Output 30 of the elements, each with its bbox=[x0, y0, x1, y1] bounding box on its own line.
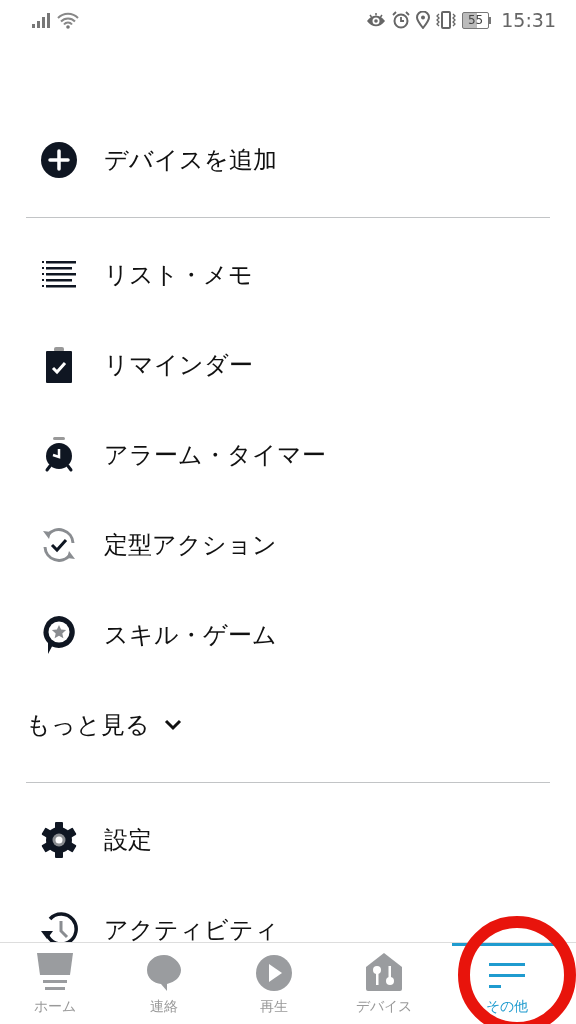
menu-item[interactable]: デバイスを追加 bbox=[0, 115, 576, 205]
add-icon bbox=[41, 142, 77, 178]
menu-item[interactable]: 定型アクション bbox=[0, 500, 576, 590]
menu-item[interactable]: アクティビティ bbox=[0, 885, 576, 942]
menu-icon bbox=[489, 963, 526, 991]
cycle-check-icon bbox=[40, 526, 78, 564]
alarm-icon bbox=[391, 11, 410, 29]
vibrate-icon bbox=[435, 11, 456, 29]
speech-bubble-icon bbox=[147, 955, 182, 991]
menu-item[interactable]: リマインダー bbox=[0, 320, 576, 410]
play-icon bbox=[256, 955, 292, 991]
clock-time: 15:31 bbox=[501, 9, 556, 31]
menu-item[interactable]: アラーム・タイマー bbox=[0, 410, 576, 500]
echo-show-icon bbox=[36, 953, 73, 991]
wifi-icon bbox=[57, 11, 79, 29]
house-controls-icon bbox=[365, 953, 402, 991]
eye-icon bbox=[365, 12, 386, 28]
settings-icon bbox=[41, 822, 77, 858]
menu-item[interactable]: 設定 bbox=[0, 795, 576, 885]
history-icon bbox=[40, 912, 78, 942]
menu-item[interactable]: スキル・ゲーム bbox=[0, 590, 576, 680]
list-icon bbox=[42, 260, 76, 290]
alarm-clock-icon bbox=[44, 437, 74, 473]
show-more-link[interactable]: もっと見る bbox=[0, 680, 182, 770]
signal-icon bbox=[32, 12, 51, 28]
menu-item[interactable]: リスト・メモ bbox=[0, 230, 576, 320]
location-icon bbox=[415, 11, 430, 29]
star-bubble-icon bbox=[42, 615, 76, 655]
clipboard-check-icon bbox=[46, 347, 72, 383]
chevron-down-icon bbox=[164, 719, 182, 731]
